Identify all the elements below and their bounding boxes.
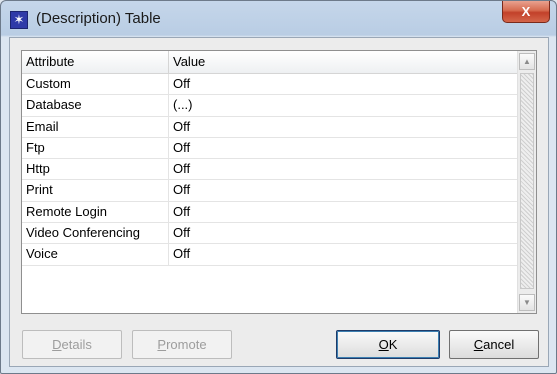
- table-row[interactable]: Custom Off: [22, 74, 518, 96]
- attribute-cell[interactable]: Print: [22, 180, 169, 201]
- promote-label: romote: [166, 337, 207, 352]
- promote-button[interactable]: Promote: [132, 330, 232, 359]
- column-header-value[interactable]: Value: [169, 51, 518, 73]
- value-cell[interactable]: Off: [169, 244, 518, 264]
- value-cell[interactable]: Off: [169, 180, 518, 200]
- value-cell[interactable]: Off: [169, 74, 518, 94]
- attribute-cell[interactable]: Voice: [22, 244, 169, 265]
- value-cell[interactable]: Off: [169, 202, 518, 222]
- attribute-cell[interactable]: Email: [22, 116, 169, 137]
- table-row[interactable]: Database (...): [22, 95, 518, 117]
- table-row[interactable]: Ftp Off: [22, 137, 518, 160]
- vertical-scrollbar[interactable]: ▲ ▼: [517, 51, 536, 313]
- table-row[interactable]: Remote Login Off: [22, 201, 518, 224]
- dialog-body: Attribute Value Custom Off Database (...) Em…: [9, 37, 549, 367]
- ok-label: K: [388, 337, 398, 352]
- table-row[interactable]: Email Off: [22, 116, 518, 138]
- attribute-cell[interactable]: Remote Login: [22, 201, 169, 223]
- attribute-cell[interactable]: Video Conferencing: [22, 223, 169, 244]
- star-icon: ✶: [10, 11, 28, 29]
- table-row[interactable]: Http Off: [22, 159, 518, 181]
- details-label: etails: [61, 337, 92, 352]
- close-button[interactable]: X: [502, 1, 550, 23]
- attribute-cell[interactable]: Database: [22, 95, 169, 116]
- attribute-cell[interactable]: Http: [22, 159, 169, 180]
- table-row[interactable]: Voice Off: [22, 244, 518, 266]
- dialog-window: ✶ (Description) Table X Attribute Value …: [0, 0, 557, 374]
- close-icon: X: [521, 4, 531, 19]
- cancel-button[interactable]: Cancel: [449, 330, 539, 359]
- value-cell[interactable]: Off: [169, 159, 518, 179]
- scroll-down-button[interactable]: ▼: [519, 294, 535, 311]
- title-bar[interactable]: ✶ (Description) Table X: [1, 1, 556, 37]
- attribute-cell[interactable]: Ftp: [22, 137, 169, 159]
- window-title: (Description) Table: [36, 10, 161, 27]
- value-cell[interactable]: Off: [169, 223, 518, 243]
- value-cell[interactable]: Off: [169, 117, 518, 137]
- table-rows: Custom Off Database (...) Email Off Ftp Off Http…: [22, 74, 518, 266]
- ok-mnemonic: O: [378, 337, 389, 352]
- scroll-up-button[interactable]: ▲: [519, 53, 535, 70]
- chevron-up-icon: ▲: [523, 57, 531, 66]
- attribute-table: Attribute Value Custom Off Database (...) Em…: [21, 50, 537, 314]
- details-mnemonic: D: [52, 337, 62, 352]
- value-cell[interactable]: (...): [169, 95, 518, 115]
- table-row[interactable]: Print Off: [22, 180, 518, 202]
- value-cell[interactable]: Off: [169, 138, 518, 158]
- promote-mnemonic: P: [157, 337, 167, 352]
- cancel-label: ancel: [483, 337, 515, 352]
- attribute-cell[interactable]: Custom: [22, 74, 169, 95]
- details-button[interactable]: Details: [22, 330, 122, 359]
- cancel-mnemonic: C: [473, 337, 484, 352]
- table-row[interactable]: Video Conferencing Off: [22, 223, 518, 245]
- column-header-attribute[interactable]: Attribute: [22, 51, 169, 73]
- ok-button[interactable]: OK: [336, 330, 440, 359]
- scroll-thumb[interactable]: [520, 73, 534, 289]
- chevron-down-icon: ▼: [523, 298, 531, 307]
- table-header: Attribute Value: [22, 51, 518, 74]
